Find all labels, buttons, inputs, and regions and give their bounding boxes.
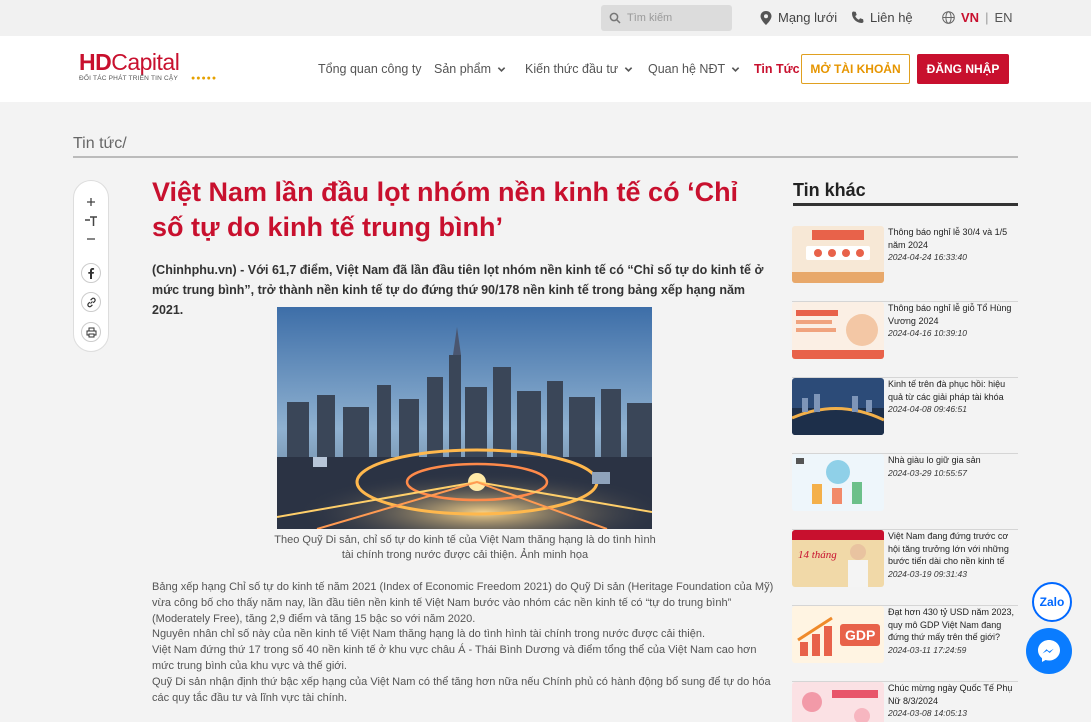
- article-photo: [277, 307, 652, 529]
- nav-news[interactable]: Tin Tức: [754, 62, 800, 76]
- news-title: Chúc mừng ngày Quốc Tế Phụ Nữ 8/3/2024: [888, 683, 1013, 706]
- news-title: Việt Nam đang đứng trước cơ hội tăng trư…: [888, 531, 1009, 566]
- news-thumbnail: GDP: [792, 606, 884, 663]
- news-date: 2024-03-11 17:24:59: [888, 644, 967, 655]
- zoom-in-icon[interactable]: [82, 193, 100, 211]
- nav-overview-label: Tổng quan công ty: [318, 62, 422, 76]
- news-title: Kinh tế trên đà phục hồi: hiệu quả từ cá…: [888, 379, 1006, 402]
- messenger-icon: [1038, 640, 1060, 662]
- article-toolbar: [73, 180, 109, 352]
- article-paragraph: Nguyên nhân chỉ số này của nền kinh tế V…: [152, 628, 706, 641]
- news-item[interactable]: Thông báo nghỉ lễ giỗ Tổ Hùng Vương 2024…: [792, 302, 1018, 378]
- news-thumbnail: [792, 302, 884, 359]
- thumb-gdp-label: GDP: [845, 627, 875, 643]
- news-date: 2024-04-24 16:33:40: [888, 252, 967, 262]
- sidebar-title: Tin khác: [793, 180, 866, 200]
- network-label: Mạng lưới: [778, 10, 838, 25]
- news-item[interactable]: Chúc mừng ngày Quốc Tế Phụ Nữ 8/3/2024 20…: [792, 682, 1018, 722]
- lang-divider: |: [985, 10, 989, 25]
- article-body: Bảng xếp hạng Chỉ số tự do kinh tế năm 2…: [152, 580, 777, 706]
- nav-news-label: Tin Tức: [754, 62, 800, 76]
- breadcrumb[interactable]: Tin tức/: [73, 135, 127, 153]
- copy-link-icon[interactable]: [81, 292, 101, 312]
- chevron-down-icon: [497, 66, 506, 72]
- print-icon[interactable]: [81, 322, 101, 342]
- article-title: Việt Nam lần đầu lọt nhóm nền kinh tế có…: [152, 177, 739, 242]
- open-account-button[interactable]: MỞ TÀI KHOẢN: [801, 54, 910, 84]
- contact-label: Liên hệ: [870, 10, 913, 25]
- zalo-chat-button[interactable]: Zalo: [1032, 582, 1072, 622]
- facebook-share-icon[interactable]: [81, 263, 101, 283]
- search-placeholder: Tìm kiếm: [627, 12, 673, 24]
- logo-capital: Capital: [111, 49, 180, 75]
- news-date: 2024-04-08 09:46:51: [888, 404, 967, 414]
- phone-icon: [852, 11, 864, 23]
- news-date: 2024-03-29 10:55:57: [888, 467, 967, 478]
- news-date: 2024-03-08 14:05:13: [888, 708, 967, 718]
- login-button[interactable]: ĐĂNG NHẬP: [917, 54, 1009, 84]
- news-item[interactable]: 14 tháng Việt Nam đang đứng trước cơ hội…: [792, 530, 1018, 606]
- messenger-button[interactable]: [1026, 628, 1072, 674]
- news-thumbnail: [792, 226, 884, 283]
- sidebar-title-underline: [793, 203, 1018, 206]
- nav-knowledge[interactable]: Kiến thức đầu tư: [525, 62, 633, 76]
- news-title: Thông báo nghỉ lễ 30/4 và 1/5 năm 2024: [888, 227, 1008, 250]
- photo-caption: Theo Quỹ Di sản, chỉ số tự do kinh tế củ…: [274, 534, 656, 561]
- nav-overview[interactable]: Tổng quan công ty: [318, 62, 422, 76]
- breadcrumb-divider: [73, 156, 1018, 158]
- search-icon: [609, 12, 621, 24]
- article-paragraph: Quỹ Di sản nhận định thứ bậc xếp hạng củ…: [152, 675, 771, 704]
- main-header: HDCapital ●●●●● ĐỐI TÁC PHÁT TRIỂN TIN C…: [0, 36, 1091, 102]
- globe-icon: [942, 11, 955, 24]
- logo-tagline: ĐỐI TÁC PHÁT TRIỂN TIN CẬY: [79, 75, 178, 82]
- nav-ir-label: Quan hệ NĐT: [648, 62, 726, 76]
- font-size-icon[interactable]: [82, 212, 100, 230]
- news-date: 2024-03-19 09:31:43: [888, 568, 967, 579]
- news-title: Thông báo nghỉ lễ giỗ Tổ Hùng Vương 2024: [888, 303, 1012, 326]
- nav-products[interactable]: Sản phẩm: [434, 62, 506, 76]
- news-item[interactable]: Thông báo nghỉ lễ 30/4 và 1/5 năm 2024 20…: [792, 226, 1018, 302]
- news-item[interactable]: GDP Đạt hơn 430 tỷ USD năm 2023, quy mô …: [792, 606, 1018, 682]
- news-date: 2024-04-16 10:39:10: [888, 328, 967, 338]
- map-pin-icon: [760, 10, 772, 25]
- logo[interactable]: HDCapital ●●●●● ĐỐI TÁC PHÁT TRIỂN TIN C…: [79, 49, 216, 82]
- news-item[interactable]: Nhà giàu lo giữ gia sản 2024-03-29 10:55:…: [792, 454, 1018, 530]
- lang-en-option[interactable]: EN: [994, 10, 1012, 25]
- lang-vn-option[interactable]: VN: [961, 10, 979, 25]
- news-thumbnail: [792, 682, 884, 722]
- article-paragraph: Việt Nam đứng thứ 17 trong số 40 nền kin…: [152, 644, 757, 672]
- chevron-down-icon: [624, 66, 633, 72]
- nav-products-label: Sản phẩm: [434, 62, 491, 76]
- news-thumbnail: [792, 454, 884, 511]
- logo-dots: ●●●●●: [191, 75, 218, 82]
- chevron-down-icon: [731, 66, 740, 72]
- news-item[interactable]: Kinh tế trên đà phục hồi: hiệu quả từ cá…: [792, 378, 1018, 454]
- news-title: Nhà giàu lo giữ gia sản: [888, 455, 981, 465]
- top-bar: Tìm kiếm Mạng lưới Liên hệ VN | EN: [0, 0, 1091, 36]
- logo-hd: HD: [79, 49, 112, 75]
- language-switcher: VN | EN: [942, 10, 1013, 25]
- nav-investor-relations[interactable]: Quan hệ NĐT: [648, 62, 740, 76]
- nav-knowledge-label: Kiến thức đầu tư: [525, 62, 619, 76]
- zoom-out-icon[interactable]: [82, 230, 100, 248]
- news-thumbnail: [792, 378, 884, 435]
- news-title: Đạt hơn 430 tỷ USD năm 2023, quy mô GDP …: [888, 607, 1014, 642]
- contact-link[interactable]: Liên hệ: [851, 10, 913, 25]
- article-paragraph: Bảng xếp hạng Chỉ số tự do kinh tế năm 2…: [152, 581, 774, 625]
- thumb-banner-label: 14 tháng: [798, 549, 837, 561]
- network-link[interactable]: Mạng lưới: [760, 10, 837, 25]
- search-input[interactable]: Tìm kiếm: [601, 5, 732, 31]
- news-thumbnail: 14 tháng: [792, 530, 884, 587]
